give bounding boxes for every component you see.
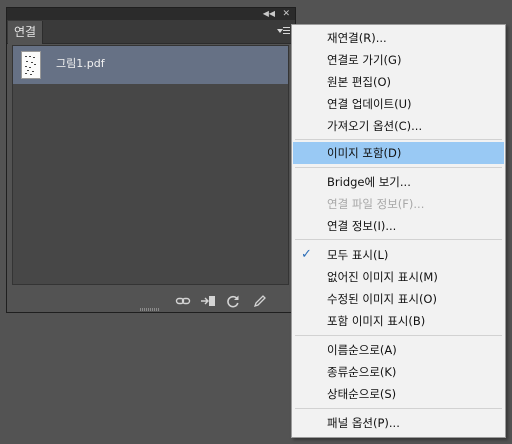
- menu-item-show-modified[interactable]: 수정된 이미지 표시(O): [293, 288, 504, 310]
- refresh-icon[interactable]: [225, 293, 241, 309]
- panel-footer: [7, 290, 295, 312]
- menu-item-sort-by-status[interactable]: 상태순으로(S): [293, 383, 504, 405]
- menu-item-update-link[interactable]: 연결 업데이트(U): [293, 93, 504, 115]
- resize-grip[interactable]: [140, 308, 160, 311]
- menu-item-reveal-in-bridge[interactable]: Bridge에 보기...: [293, 171, 504, 193]
- menu-item-show-missing[interactable]: 없어진 이미지 표시(M): [293, 266, 504, 288]
- list-item[interactable]: 그림1.pdf: [13, 46, 288, 84]
- menu-item-sort-by-kind[interactable]: 종류순으로(K): [293, 361, 504, 383]
- menu-item-relink[interactable]: 재연결(R)...: [293, 27, 504, 49]
- panel-body: 그림1.pdf: [7, 44, 295, 290]
- menu-item-link-file-info: 연결 파일 정보(F)...: [327, 197, 425, 211]
- menu-item-edit-original[interactable]: 원본 편집(O): [293, 71, 504, 93]
- close-icon[interactable]: ✕: [282, 8, 290, 20]
- menu-item-link-info[interactable]: 연결 정보(I)...: [293, 215, 504, 237]
- menu-separator: [295, 239, 502, 240]
- menu-separator: [295, 139, 502, 140]
- menu-item-show-all[interactable]: ✓ 모두 표시(L): [293, 244, 504, 266]
- menu-item-panel-options[interactable]: 패널 옵션(P)...: [293, 412, 504, 434]
- panel-tabbar: 연결: [7, 20, 295, 44]
- chain-link-icon[interactable]: [175, 293, 191, 309]
- menu-item-sort-by-name[interactable]: 이름순으로(A): [293, 339, 504, 361]
- panel-titlebar: ◀◀ ✕: [7, 8, 295, 20]
- menu-item-go-to-link[interactable]: 연결로 가기(G): [293, 49, 504, 71]
- go-to-link-icon[interactable]: [200, 293, 216, 309]
- menu-item-import-options[interactable]: 가져오기 옵션(C)...: [293, 115, 504, 137]
- menu-separator: [295, 335, 502, 336]
- menu-separator: [295, 408, 502, 409]
- panel-menu-icon[interactable]: [277, 25, 291, 37]
- menu-separator: [295, 167, 502, 168]
- checkmark-icon: ✓: [301, 247, 312, 262]
- link-filename: 그림1.pdf: [56, 57, 105, 70]
- tab-links[interactable]: 연결: [8, 21, 43, 44]
- links-list: 그림1.pdf: [12, 45, 289, 285]
- menu-item-embed-image[interactable]: 이미지 포함(D): [293, 142, 504, 164]
- menu-item-show-embedded[interactable]: 포함 이미지 표시(B): [293, 310, 504, 332]
- pencil-icon[interactable]: [252, 293, 268, 309]
- panel-context-menu: 재연결(R)... 연결로 가기(G) 원본 편집(O) 연결 업데이트(U) …: [291, 24, 506, 438]
- collapse-icon[interactable]: ◀◀: [263, 8, 275, 20]
- pdf-thumbnail: [21, 51, 41, 79]
- links-panel: ◀◀ ✕ 연결 그림1.pdf: [6, 7, 296, 313]
